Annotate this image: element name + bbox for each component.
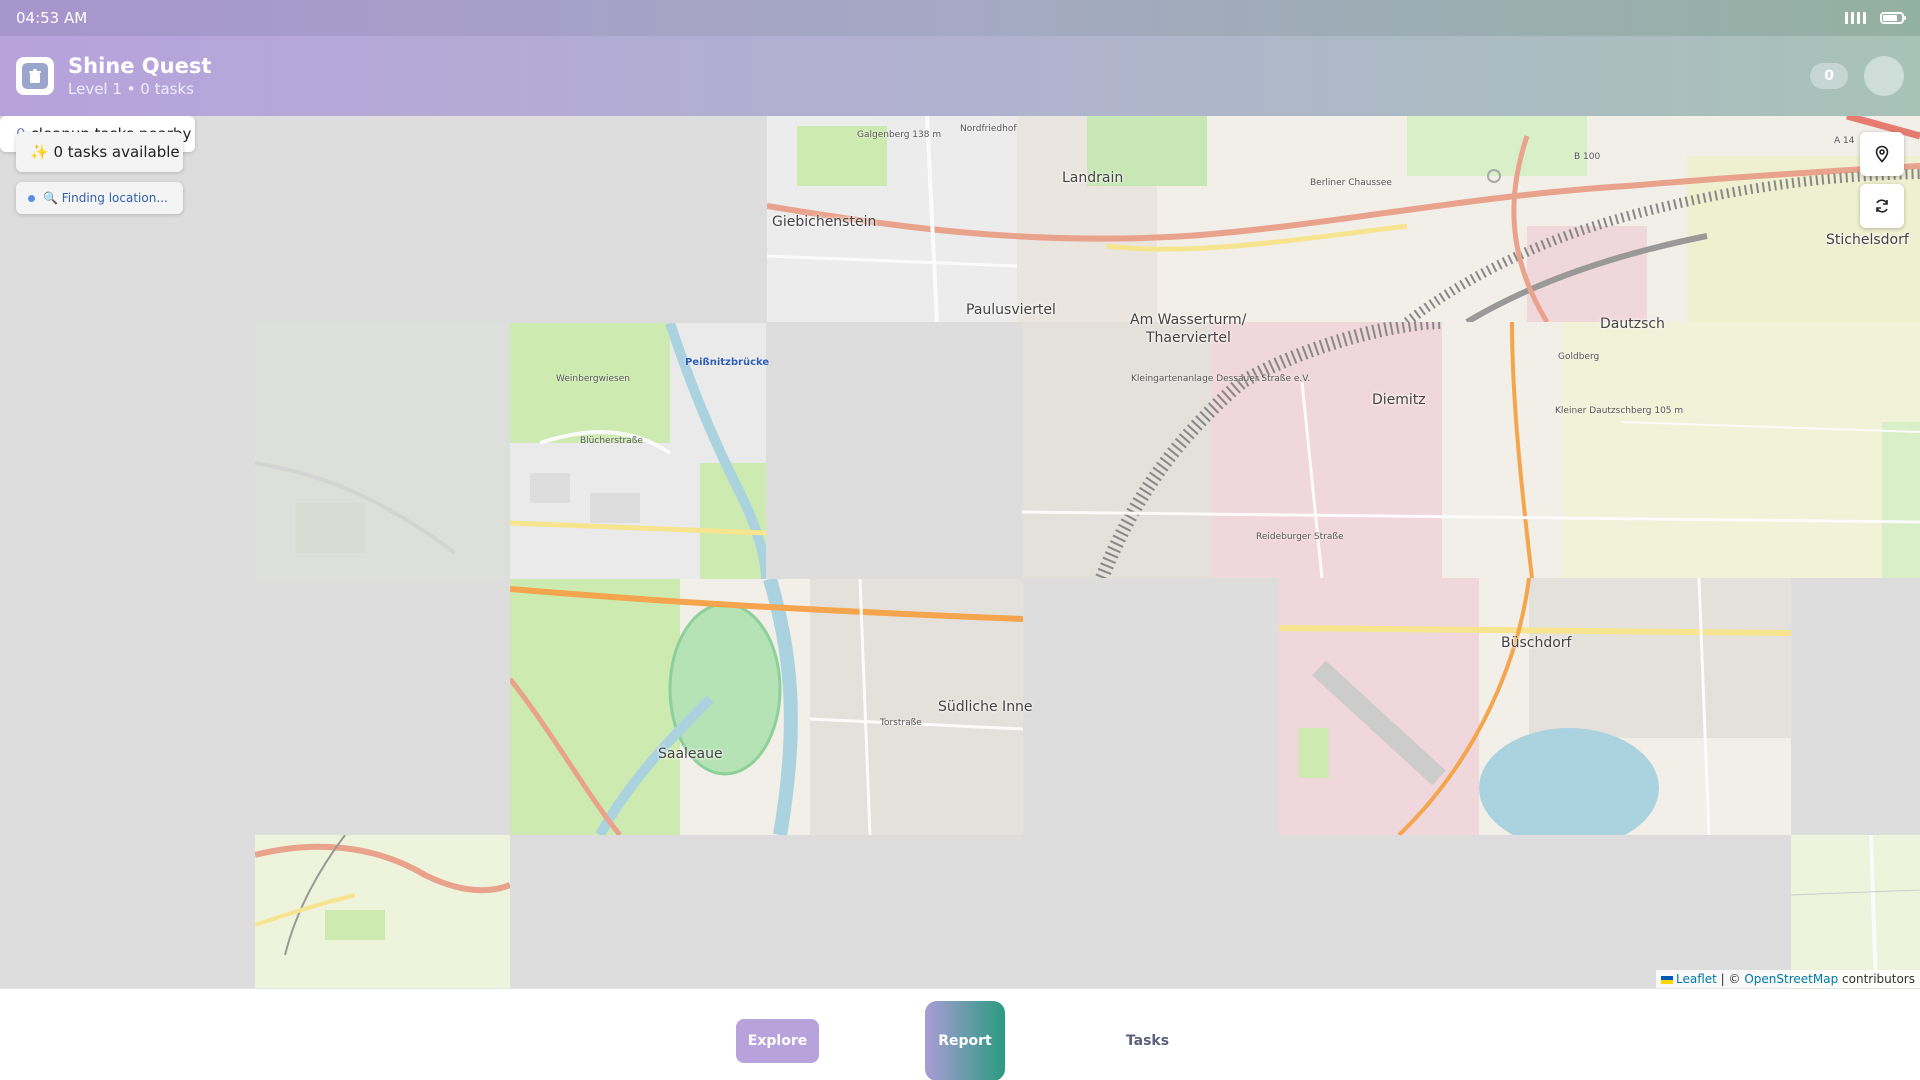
map-label: Nordfriedhof: [960, 124, 1017, 134]
map[interactable]: Giebichenstein Landrain Paulusviertel Am…: [0, 116, 1920, 988]
ukraine-flag-icon: [1661, 975, 1673, 984]
location-status: 🔍 Finding location...: [16, 182, 183, 214]
map-label: Blücherstraße: [580, 436, 643, 446]
map-tile: [255, 835, 510, 988]
app-header: Shine Quest Level 1 • 0 tasks 0: [0, 36, 1920, 116]
map-label: Torstraße: [880, 718, 922, 728]
map-label: Stichelsdorf: [1826, 232, 1909, 248]
trash-can-icon: [29, 69, 41, 83]
map-tile: [1791, 835, 1920, 988]
map-tile: [255, 323, 510, 579]
map-label: Büschdorf: [1501, 635, 1572, 651]
map-tile: [767, 116, 1920, 322]
score-badge: 0: [1810, 63, 1848, 89]
map-label: Landrain: [1062, 170, 1124, 186]
locate-button[interactable]: [1860, 132, 1904, 176]
leaflet-link[interactable]: Leaflet: [1676, 972, 1717, 986]
bottom-nav: Explore Report Tasks: [0, 988, 1920, 1080]
map-attribution: Leaflet | © OpenStreetMap contributors: [1656, 970, 1920, 988]
refresh-icon: [1876, 199, 1888, 213]
location-status-text: 🔍 Finding location...: [43, 191, 168, 205]
map-label: Peißnitzbrücke: [685, 357, 770, 368]
avatar[interactable]: [1864, 56, 1904, 96]
map-label: Goldberg: [1558, 352, 1600, 362]
clock: 04:53 AM: [16, 9, 88, 27]
report-button[interactable]: Report: [925, 1001, 1005, 1080]
osm-link[interactable]: OpenStreetMap: [1744, 972, 1838, 986]
map-label: Weinbergwiesen: [556, 374, 630, 384]
map-label: Reideburger Straße: [1256, 532, 1344, 542]
attribution-suffix: contributors: [1838, 972, 1915, 986]
map-label: Am Wasserturm/: [1130, 312, 1247, 328]
map-label: B 100: [1574, 152, 1601, 162]
attribution-separator: | ©: [1716, 972, 1745, 986]
map-tile: [1022, 322, 1920, 578]
map-label: Berliner Chaussee: [1310, 178, 1392, 188]
map-label: Paulusviertel: [966, 302, 1056, 318]
signal-icon: [1845, 12, 1866, 24]
app-logo: [16, 57, 54, 95]
refresh-button[interactable]: [1860, 184, 1904, 228]
map-label: Saaleaue: [658, 746, 723, 762]
map-label: Südliche Inne: [938, 699, 1033, 715]
map-label: Giebichenstein: [772, 214, 877, 230]
tasks-available-badge[interactable]: ✨ 0 tasks available: [16, 132, 183, 172]
map-pin-icon: [1875, 145, 1889, 163]
map-label: Kleingartenanlage Dessauer Straße e.V.: [1131, 374, 1311, 384]
app-title: Shine Quest: [68, 54, 212, 78]
map-label: Galgenberg 138 m: [857, 130, 942, 140]
map-label: Kleiner Dautzschberg 105 m: [1555, 406, 1684, 416]
status-bar: 04:53 AM: [0, 0, 1920, 36]
battery-icon: [1880, 12, 1906, 24]
tasks-tab[interactable]: Tasks: [1110, 1019, 1185, 1063]
explore-tab[interactable]: Explore: [736, 1019, 819, 1063]
map-label: Dautzsch: [1600, 316, 1665, 332]
map-label: Diemitz: [1372, 392, 1426, 408]
location-dot: [28, 194, 35, 202]
map-label: A 14: [1834, 136, 1855, 146]
level-subtitle: Level 1 • 0 tasks: [68, 80, 194, 98]
map-tile: [1279, 578, 1791, 835]
map-label: Thaerviertel: [1146, 330, 1231, 346]
